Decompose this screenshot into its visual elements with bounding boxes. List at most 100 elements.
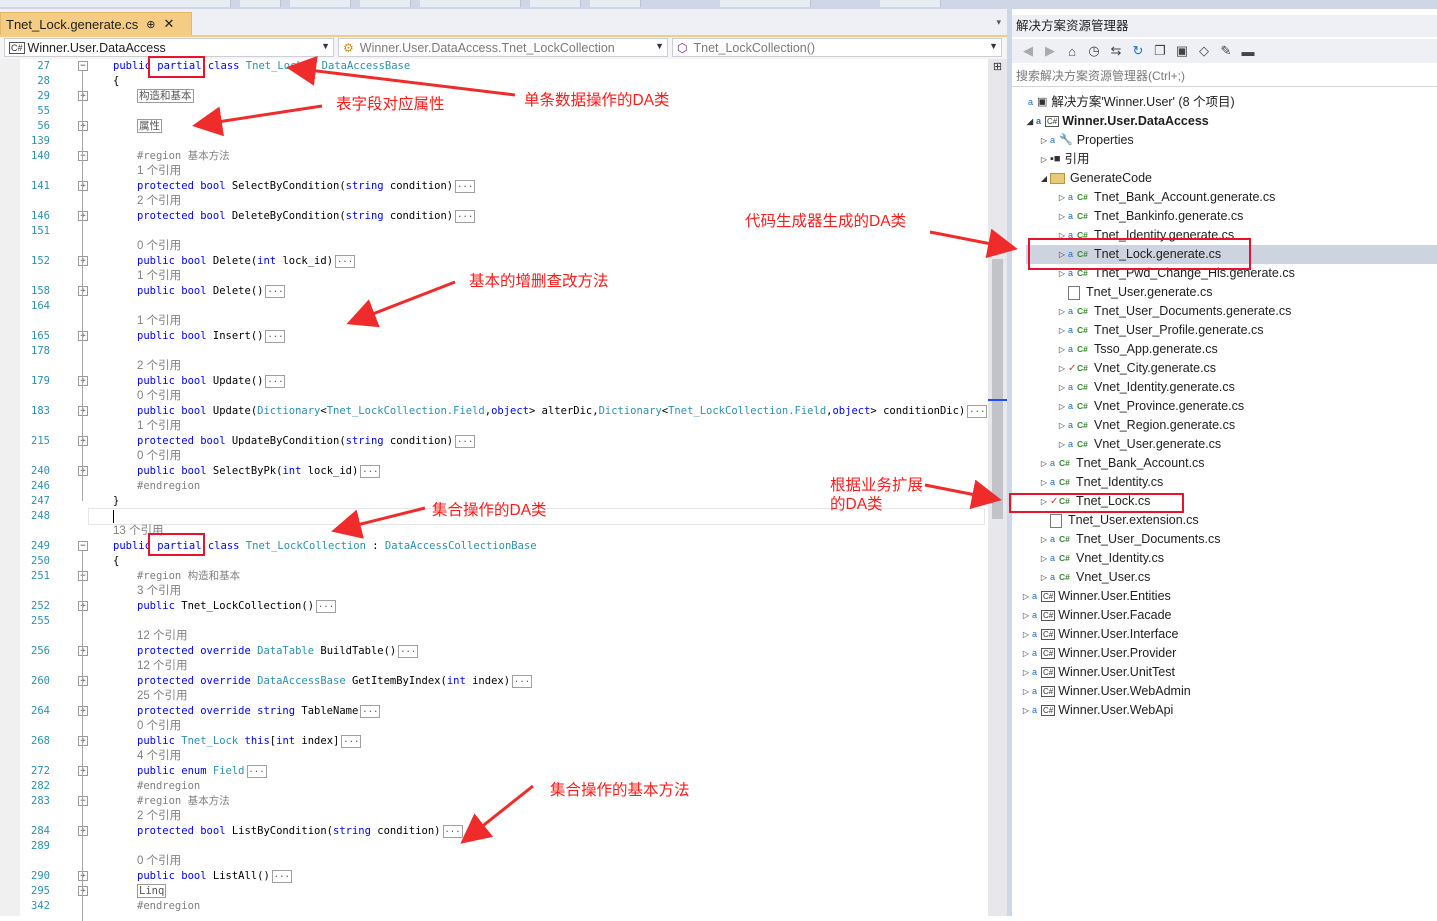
tree-project[interactable]: ▷ a C# Winner.User.Provider: [1020, 644, 1176, 663]
member-combo[interactable]: ⬡ Tnet_LockCollection() ▼: [672, 38, 1002, 57]
collapse-icon[interactable]: −: [78, 151, 88, 161]
reference-count[interactable]: 0 个引用: [137, 719, 181, 734]
expand-arrow-icon[interactable]: ▷: [1038, 131, 1050, 150]
expand-arrow-icon[interactable]: ▷: [1020, 587, 1032, 606]
reference-count[interactable]: 0 个引用: [137, 239, 181, 254]
collapsed-body[interactable]: ...: [271, 869, 292, 883]
pending-changes-icon[interactable]: ◷: [1086, 43, 1102, 59]
tree-solution[interactable]: a ▣ 解决方案'Winner.User' (8 个项目): [1016, 93, 1235, 112]
collapse-icon[interactable]: −: [78, 541, 88, 551]
tree-file-generated[interactable]: ▷ a C# Tnet_User_Profile.generate.cs: [1056, 321, 1264, 340]
collapsed-body[interactable]: ...: [360, 464, 381, 478]
home-icon[interactable]: ⌂: [1064, 44, 1080, 59]
tree-file-extension[interactable]: ▷ a C# Tnet_Bank_Account.cs: [1038, 454, 1205, 473]
editor-vertical-scrollbar[interactable]: ⊞: [988, 59, 1007, 916]
expand-icon[interactable]: +: [78, 331, 88, 341]
tree-file-extension[interactable]: ▷ a C# Vnet_Identity.cs: [1038, 549, 1164, 568]
expand-icon[interactable]: +: [78, 676, 88, 686]
expand-icon[interactable]: +: [78, 436, 88, 446]
expand-icon[interactable]: +: [78, 466, 88, 476]
collapse-all-icon[interactable]: ❐: [1152, 43, 1168, 59]
reference-count[interactable]: 0 个引用: [137, 854, 181, 869]
expand-arrow-icon[interactable]: ▷: [1020, 682, 1032, 701]
reference-count[interactable]: 12 个引用: [137, 659, 188, 674]
expand-arrow-icon[interactable]: ▷: [1038, 454, 1050, 473]
reference-count[interactable]: 1 个引用: [137, 419, 181, 434]
expand-icon[interactable]: +: [78, 766, 88, 776]
expand-arrow-icon[interactable]: ▷: [1056, 378, 1068, 397]
expand-arrow-icon[interactable]: ▷: [1056, 302, 1068, 321]
expand-arrow-icon[interactable]: ▷: [1020, 663, 1032, 682]
tree-file-generated[interactable]: ▷ a C# Tsso_App.generate.cs: [1056, 340, 1218, 359]
tree-project-dataaccess[interactable]: ◢ a C# Winner.User.DataAccess: [1024, 112, 1209, 131]
collapsed-body[interactable]: ...: [246, 764, 267, 778]
reference-count[interactable]: 2 个引用: [137, 359, 181, 374]
expand-arrow-icon[interactable]: ▷: [1020, 625, 1032, 644]
expand-icon[interactable]: +: [78, 646, 88, 656]
reference-count[interactable]: 1 个引用: [137, 269, 181, 284]
tree-project[interactable]: ▷ a C# Winner.User.Interface: [1020, 625, 1179, 644]
collapsed-body[interactable]: ...: [512, 674, 533, 688]
expand-icon[interactable]: +: [78, 211, 88, 221]
collapse-icon[interactable]: −: [78, 796, 88, 806]
tree-file-generated[interactable]: ▷ a C# Vnet_Region.generate.cs: [1056, 416, 1235, 435]
collapsed-body[interactable]: ...: [265, 374, 286, 388]
pin-icon[interactable]: ⊕: [146, 18, 155, 31]
tree-file-extension[interactable]: ▷ a C# Tnet_User_Documents.cs: [1038, 530, 1221, 549]
collapse-icon[interactable]: −: [78, 61, 88, 71]
back-icon[interactable]: ◀: [1020, 43, 1036, 59]
properties-icon[interactable]: ✎: [1218, 43, 1234, 59]
expand-icon[interactable]: +: [78, 91, 88, 101]
tree-references[interactable]: ▷ ▪■ 引用: [1038, 150, 1090, 169]
expand-arrow-icon[interactable]: ▷: [1056, 188, 1068, 207]
class-combo[interactable]: ⚙ Winner.User.DataAccess.Tnet_LockCollec…: [338, 38, 668, 57]
forward-icon[interactable]: ▶: [1042, 43, 1058, 59]
collapsed-body[interactable]: ...: [398, 644, 419, 658]
expand-arrow-icon[interactable]: ▷: [1056, 435, 1068, 454]
collapse-icon[interactable]: −: [78, 571, 88, 581]
expand-arrow-icon[interactable]: ▷: [1020, 606, 1032, 625]
collapsed-region-properties[interactable]: 属性: [137, 119, 162, 134]
collapsed-body[interactable]: ...: [455, 434, 476, 448]
collapsed-body[interactable]: ...: [341, 734, 362, 748]
project-combo[interactable]: C# Winner.User.DataAccess ▼: [4, 38, 334, 57]
collapsed-body[interactable]: ...: [442, 824, 463, 838]
tree-file-extension[interactable]: Tnet_User.extension.cs: [1038, 511, 1199, 530]
tree-project[interactable]: ▷ a C# Winner.User.UnitTest: [1020, 663, 1175, 682]
expand-icon[interactable]: +: [78, 256, 88, 266]
expand-arrow-icon[interactable]: ▷: [1056, 207, 1068, 226]
collapsed-body[interactable]: ...: [455, 209, 476, 223]
tree-file-extension[interactable]: ▷ a C# Vnet_User.cs: [1038, 568, 1150, 587]
expand-icon[interactable]: +: [78, 601, 88, 611]
reference-count[interactable]: 2 个引用: [137, 809, 181, 824]
expand-arrow-icon[interactable]: ▷: [1038, 568, 1050, 587]
expand-icon[interactable]: +: [78, 736, 88, 746]
collapsed-body[interactable]: ...: [265, 284, 286, 298]
reference-count[interactable]: 3 个引用: [137, 584, 181, 599]
tree-properties[interactable]: ▷ a 🔧 Properties: [1038, 131, 1134, 150]
expand-arrow-icon[interactable]: ▷: [1038, 473, 1050, 492]
expand-icon[interactable]: +: [78, 886, 88, 896]
collapse-arrow-icon[interactable]: ◢: [1038, 169, 1050, 188]
expand-icon[interactable]: +: [78, 406, 88, 416]
close-icon[interactable]: ✕: [163, 16, 174, 32]
scrollbar-thumb[interactable]: [992, 259, 1003, 519]
tree-file-generated[interactable]: ▷ ✓ C# Vnet_City.generate.cs: [1056, 359, 1216, 378]
sync-icon[interactable]: ⇆: [1108, 43, 1124, 59]
expand-arrow-icon[interactable]: ▷: [1038, 150, 1050, 169]
collapse-arrow-icon[interactable]: ◢: [1024, 112, 1036, 131]
tree-file-generated[interactable]: ▷ a C# Vnet_Province.generate.cs: [1056, 397, 1244, 416]
show-all-files-icon[interactable]: ▣: [1174, 43, 1190, 59]
expand-icon[interactable]: +: [78, 826, 88, 836]
tree-project[interactable]: ▷ a C# Winner.User.WebApi: [1020, 701, 1173, 720]
expand-arrow-icon[interactable]: ▷: [1056, 397, 1068, 416]
tree-file-extension[interactable]: ▷ a C# Tnet_Identity.cs: [1038, 473, 1163, 492]
tab-overflow-icon[interactable]: ▾: [996, 17, 1001, 28]
tree-file-generated[interactable]: ▷ a C# Tnet_Bank_Account.generate.cs: [1056, 188, 1275, 207]
tree-file-generated[interactable]: ▷ a C# Tnet_User_Documents.generate.cs: [1056, 302, 1291, 321]
expand-arrow-icon[interactable]: ▷: [1056, 416, 1068, 435]
tab-tnet-lock-generate[interactable]: Tnet_Lock.generate.cs ⊕ ✕: [0, 12, 192, 35]
expand-icon[interactable]: +: [78, 871, 88, 881]
view-code-icon[interactable]: ◇: [1196, 43, 1212, 59]
reference-count[interactable]: 4 个引用: [137, 749, 181, 764]
